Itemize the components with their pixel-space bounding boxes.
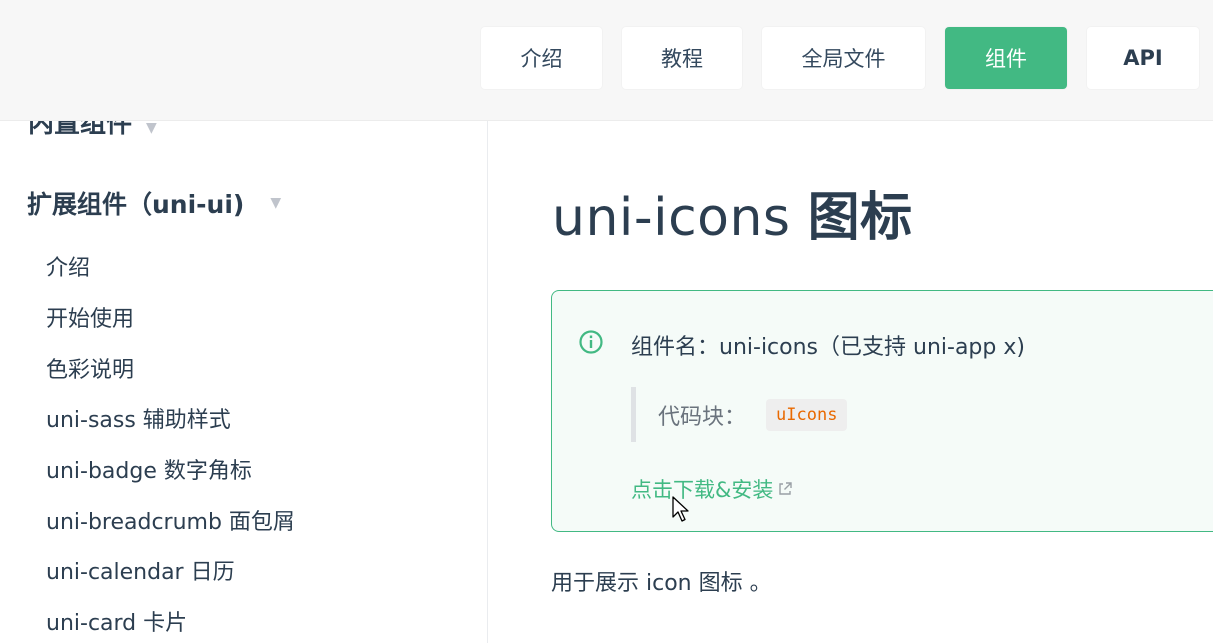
sidebar-item-uni-badge[interactable]: uni-badge 数字角标 xyxy=(46,444,295,495)
code-block-label: 代码块： xyxy=(658,404,747,430)
sidebar-item-uni-card[interactable]: uni-card 卡片 xyxy=(46,596,295,643)
nav-components[interactable]: 组件 xyxy=(945,27,1067,89)
sidebar-group-builtin[interactable]: 内置组件 ▼ xyxy=(28,121,157,140)
caret-down-icon: ▼ xyxy=(146,121,157,136)
page-title: uni-icons 图标 xyxy=(552,175,913,250)
nav-tutorial[interactable]: 教程 xyxy=(622,27,742,89)
nav-api[interactable]: API xyxy=(1087,27,1199,89)
download-link-label: 点击下载&安装 xyxy=(631,478,774,502)
mouse-cursor-icon xyxy=(672,496,689,522)
sidebar: 内置组件 ▼ 扩展组件（uni-ui) ▼ 介绍 开始使用 色彩说明 uni-sa… xyxy=(0,121,488,643)
code-block-quote: 代码块： uIcons xyxy=(631,387,848,442)
nav-intro[interactable]: 介绍 xyxy=(481,27,602,89)
page-title-cjk: 图标 xyxy=(807,188,913,248)
page-title-latin: uni-icons xyxy=(552,188,808,248)
sidebar-list: 介绍 开始使用 色彩说明 uni-sass 辅助样式 uni-badge 数字角… xyxy=(46,241,295,643)
component-name-label: 组件名：uni-icons（已支持 uni-app x) xyxy=(631,335,1025,360)
tip-box: 组件名：uni-icons（已支持 uni-app x) 代码块： uIcons… xyxy=(551,290,1213,532)
component-description: 用于展示 icon 图标 。 xyxy=(551,571,772,596)
top-nav-bar: 介绍 教程 全局文件 组件 API xyxy=(0,0,1213,121)
download-install-link[interactable]: 点击下载&安装 xyxy=(631,474,793,504)
sidebar-item-uni-sass[interactable]: uni-sass 辅助样式 xyxy=(46,393,295,444)
code-snippet: uIcons xyxy=(766,398,848,431)
sidebar-group-extended[interactable]: 扩展组件（uni-ui) ▼ xyxy=(27,185,281,221)
sidebar-group-label: 内置组件 xyxy=(28,121,133,139)
info-icon xyxy=(579,330,603,354)
sidebar-item-getting-started[interactable]: 开始使用 xyxy=(46,292,295,343)
nav-global-files[interactable]: 全局文件 xyxy=(762,27,925,89)
sidebar-group-label: 扩展组件（uni-ui) xyxy=(27,190,245,219)
sidebar-item-uni-calendar[interactable]: uni-calendar 日历 xyxy=(46,545,295,596)
sidebar-item-colors[interactable]: 色彩说明 xyxy=(46,342,295,393)
main-content: uni-icons 图标 组件名：uni-icons（已支持 uni-app x… xyxy=(489,121,1213,643)
external-link-icon xyxy=(779,482,793,495)
sidebar-item-uni-breadcrumb[interactable]: uni-breadcrumb 面包屑 xyxy=(46,494,295,545)
caret-down-icon: ▼ xyxy=(270,195,282,211)
sidebar-item-intro[interactable]: 介绍 xyxy=(46,241,295,292)
